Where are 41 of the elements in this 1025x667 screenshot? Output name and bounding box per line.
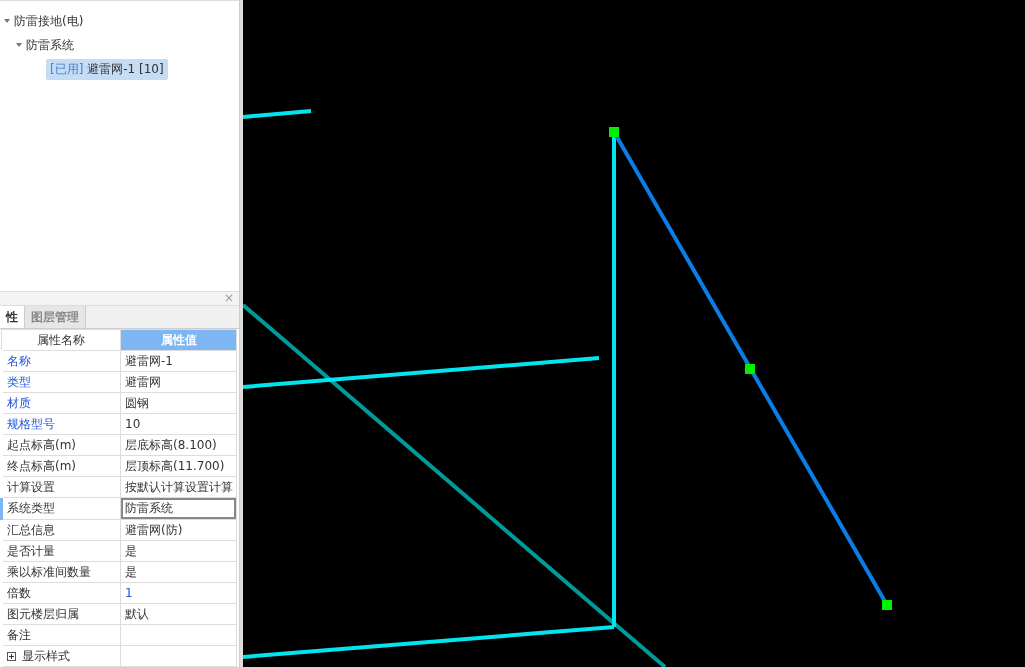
property-name: 显示样式 xyxy=(22,647,70,665)
value-field[interactable]: 防雷系统 xyxy=(121,498,236,519)
property-name: 规格型号 xyxy=(7,416,55,431)
tree-item[interactable]: 防雷系统 xyxy=(26,36,74,54)
property-value: 默认 xyxy=(124,606,149,621)
property-value: 是 xyxy=(124,543,137,558)
property-value: 按默认计算设置计算 xyxy=(124,479,233,494)
property-name: 是否计量 xyxy=(7,543,55,558)
property-name: 材质 xyxy=(7,395,31,410)
property-value: 1 xyxy=(124,586,133,600)
collapse-arrow-icon[interactable] xyxy=(4,19,10,23)
property-name: 系统类型 xyxy=(7,501,55,515)
column-header: 属性名称 xyxy=(1,329,121,351)
property-name: 终点标高(m) xyxy=(7,458,77,473)
property-name: 汇总信息 xyxy=(7,522,55,537)
property-value: 避雷网-1 xyxy=(124,353,173,368)
property-name: 图元楼层归属 xyxy=(7,606,79,621)
property-name: 乘以标准间数量 xyxy=(7,564,91,579)
property-name: 起点标高(m) xyxy=(7,437,77,452)
panel-tab[interactable]: 性 xyxy=(0,306,25,328)
tree-item[interactable]: [已用] 避雷网-1 [10] xyxy=(46,58,168,80)
property-value: 圆钢 xyxy=(124,395,149,410)
grip-handle[interactable] xyxy=(745,364,755,374)
property-value: 是 xyxy=(124,564,137,579)
property-name: 备注 xyxy=(7,627,31,642)
property-name: 倍数 xyxy=(7,585,31,600)
property-value: 避雷网 xyxy=(124,374,161,389)
property-value: 层顶标高(11.700) xyxy=(124,458,225,473)
column-header: 属性值 xyxy=(120,329,237,351)
property-value: 层底标高(8.100) xyxy=(124,437,217,452)
property-name: 类型 xyxy=(7,374,31,389)
grip-handle[interactable] xyxy=(882,600,892,610)
collapse-arrow-icon[interactable] xyxy=(16,43,22,47)
grip-handle[interactable] xyxy=(609,127,619,137)
property-value: 避雷网(防) xyxy=(124,522,183,537)
expand-icon[interactable] xyxy=(7,651,16,661)
tree-item[interactable]: 防雷接地(电) xyxy=(14,12,84,30)
cad-line xyxy=(243,109,312,119)
property-name: 计算设置 xyxy=(7,479,55,494)
property-name: 名称 xyxy=(7,353,31,368)
property-value: 10 xyxy=(124,417,141,431)
